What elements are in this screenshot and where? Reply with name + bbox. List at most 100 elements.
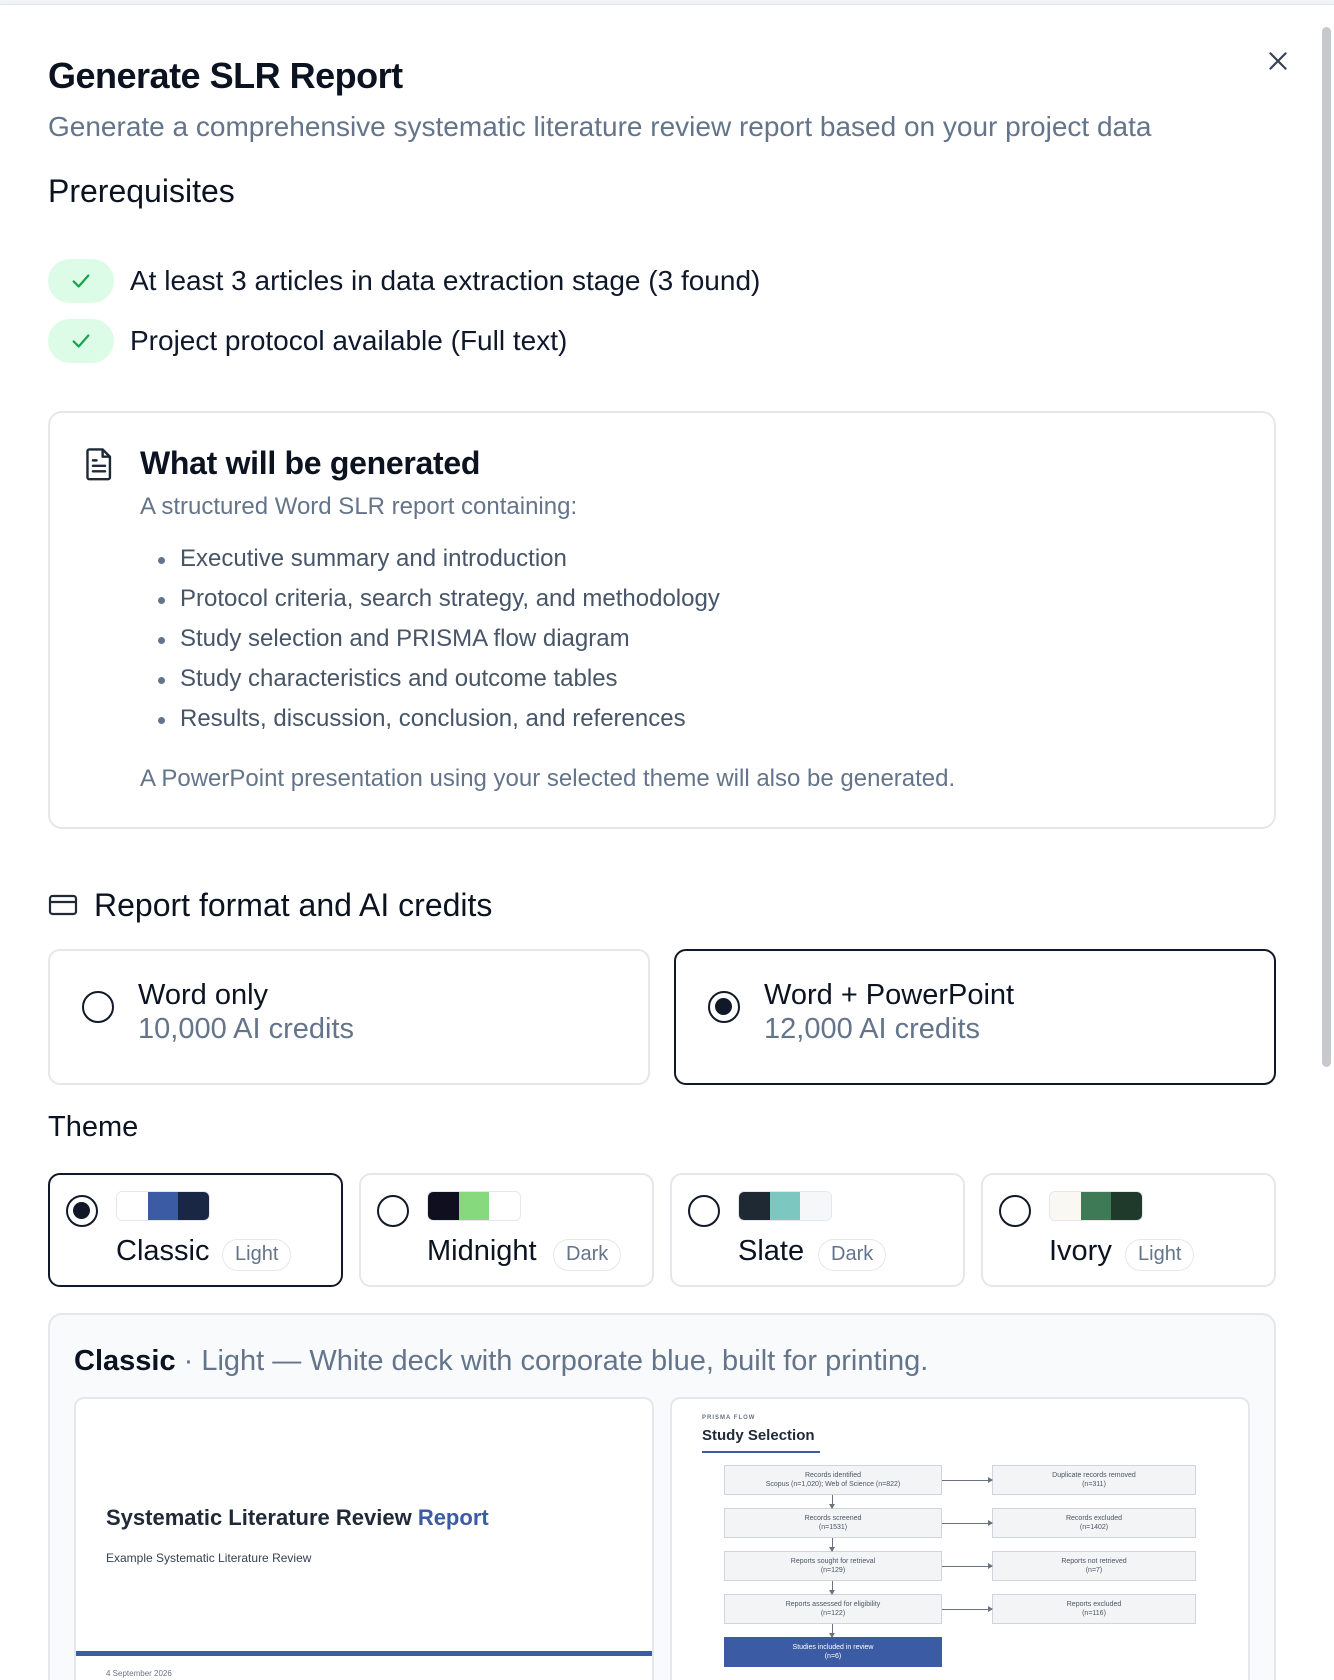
list-item: Study characteristics and outcome tables bbox=[154, 659, 720, 699]
theme-swatch-slate bbox=[738, 1191, 832, 1221]
theme-radio-midnight[interactable] bbox=[377, 1195, 409, 1227]
flow-arrow bbox=[829, 1624, 835, 1638]
preview-slide-prisma: PRISMA FLOW Study Selection Records iden… bbox=[670, 1397, 1250, 1680]
prisma-box: Reports excluded (n=116) bbox=[992, 1594, 1196, 1624]
format-option-word-only[interactable]: Word only 10,000 AI credits bbox=[48, 949, 650, 1085]
prerequisite-text: Project protocol available (Full text) bbox=[130, 325, 568, 356]
theme-option-classic[interactable]: Classic Light bbox=[48, 1173, 343, 1287]
prisma-box-count: (n=129) bbox=[820, 1567, 846, 1574]
theme-option-ivory[interactable]: Ivory Light bbox=[981, 1173, 1276, 1287]
flow-arrow bbox=[829, 1581, 835, 1595]
format-option-name: Word + PowerPoint bbox=[764, 979, 1015, 1011]
format-radio-word-only[interactable] bbox=[82, 991, 114, 1023]
prisma-box-label: Reports excluded bbox=[1066, 1601, 1122, 1608]
preview-theme-description: · Light — White deck with corporate blue… bbox=[175, 1345, 929, 1377]
generate-report-dialog: Generate SLR Report Generate a comprehen… bbox=[0, 4, 1334, 1680]
theme-name: Midnight bbox=[427, 1235, 537, 1267]
flow-arrow bbox=[942, 1520, 993, 1526]
prerequisite-item: Project protocol available (Full text) bbox=[48, 319, 567, 363]
prisma-box-count: (n=311) bbox=[1082, 1481, 1106, 1488]
prisma-box-label: Records excluded bbox=[1065, 1515, 1123, 1522]
prisma-box-count: (n=6) bbox=[824, 1653, 842, 1660]
theme-radio-slate[interactable] bbox=[688, 1195, 720, 1227]
prisma-box-count: (n=1531) bbox=[818, 1524, 848, 1531]
preview-slide-title: Systematic Literature Review Report Exam… bbox=[74, 1397, 654, 1680]
prisma-box-count: (n=122) bbox=[820, 1610, 846, 1617]
generated-title: What will be generated bbox=[140, 445, 481, 481]
theme-preview: Classic · Light — White deck with corpor… bbox=[48, 1313, 1276, 1680]
flow-arrow bbox=[942, 1477, 993, 1483]
prisma-box: Reports sought for retrieval (n=129) bbox=[724, 1551, 942, 1581]
format-option-name: Word only bbox=[138, 979, 269, 1011]
theme-option-slate[interactable]: Slate Dark bbox=[670, 1173, 965, 1287]
prerequisite-status-badge bbox=[48, 259, 114, 303]
prisma-box-label: Duplicate records removed bbox=[1052, 1472, 1136, 1479]
check-icon bbox=[72, 274, 90, 288]
dialog-title: Generate SLR Report bbox=[48, 55, 403, 96]
format-option-word-powerpoint[interactable]: Word + PowerPoint 12,000 AI credits bbox=[674, 949, 1276, 1085]
prisma-box-count: (n=116) bbox=[1082, 1610, 1106, 1617]
prisma-box: Records screened (n=1531) bbox=[724, 1508, 942, 1538]
theme-mode-badge: Dark bbox=[818, 1239, 887, 1271]
format-option-credits: 12,000 AI credits bbox=[764, 1013, 981, 1045]
preview-theme-name: Classic bbox=[74, 1345, 176, 1377]
flow-arrow bbox=[829, 1495, 835, 1509]
prisma-box-count: Scopus (n=1,020); Web of Science (n=822) bbox=[765, 1481, 901, 1488]
check-icon bbox=[72, 334, 90, 348]
credit-card-icon bbox=[48, 894, 78, 916]
theme-name: Classic bbox=[116, 1235, 210, 1267]
slide-title: Study Selection bbox=[702, 1427, 815, 1444]
list-item: Results, discussion, conclusion, and ref… bbox=[154, 699, 720, 739]
report-format-heading: Report format and AI credits bbox=[48, 883, 492, 927]
slide-title-accent: Report bbox=[417, 1505, 489, 1530]
theme-mode-badge: Dark bbox=[553, 1239, 622, 1271]
prisma-box: Records excluded (n=1402) bbox=[992, 1508, 1196, 1538]
slide-kicker: PRISMA FLOW bbox=[702, 1415, 756, 1421]
format-radio-word-powerpoint[interactable] bbox=[708, 991, 740, 1023]
theme-mode-badge: Light bbox=[222, 1239, 292, 1271]
document-icon bbox=[84, 447, 114, 486]
slide-title-main: Systematic Literature Review bbox=[106, 1505, 418, 1530]
list-item: Executive summary and introduction bbox=[154, 539, 720, 579]
dialog-subtitle: Generate a comprehensive systematic lite… bbox=[48, 111, 1152, 142]
prerequisite-status-badge bbox=[48, 319, 114, 363]
theme-option-midnight[interactable]: Midnight Dark bbox=[359, 1173, 654, 1287]
prerequisite-text: At least 3 articles in data extraction s… bbox=[130, 265, 761, 296]
generated-footer-note: A PowerPoint presentation using your sel… bbox=[140, 765, 956, 792]
list-item: Study selection and PRISMA flow diagram bbox=[154, 619, 720, 659]
flow-arrow bbox=[942, 1606, 993, 1612]
scrollbar-thumb[interactable] bbox=[1322, 27, 1331, 1067]
theme-name: Ivory bbox=[1049, 1235, 1112, 1267]
slide-subtitle: Example Systematic Literature Review bbox=[106, 1551, 312, 1565]
slide-accent-bar bbox=[76, 1651, 652, 1656]
prisma-box-label: Reports assessed for eligibility bbox=[785, 1601, 881, 1608]
prisma-box-included: Studies included in review (n=6) bbox=[724, 1637, 942, 1667]
flow-arrow bbox=[829, 1538, 835, 1552]
slide-date: 4 September 2026 bbox=[106, 1669, 172, 1678]
theme-mode-badge: Light bbox=[1125, 1239, 1195, 1271]
list-item: Protocol criteria, search strategy, and … bbox=[154, 579, 720, 619]
prisma-box: Duplicate records removed (n=311) bbox=[992, 1465, 1196, 1495]
prisma-box: Records identified Scopus (n=1,020); Web … bbox=[724, 1465, 942, 1495]
generated-contents-list: Executive summary and introduction Proto… bbox=[154, 539, 720, 739]
close-button[interactable] bbox=[1258, 41, 1298, 81]
prisma-box: Reports not retrieved (n=7) bbox=[992, 1551, 1196, 1581]
prisma-box-count: (n=1402) bbox=[1079, 1524, 1109, 1531]
prisma-box-label: Reports not retrieved bbox=[1061, 1558, 1127, 1565]
theme-radio-classic[interactable] bbox=[66, 1195, 98, 1227]
flow-arrow bbox=[942, 1563, 993, 1569]
generated-subtitle: A structured Word SLR report containing: bbox=[140, 493, 578, 520]
theme-swatch-ivory bbox=[1049, 1191, 1143, 1221]
report-format-heading-text: Report format and AI credits bbox=[94, 886, 493, 923]
theme-swatch-midnight bbox=[427, 1191, 521, 1221]
prisma-box-label: Records screened bbox=[804, 1515, 862, 1522]
slide-title: Systematic Literature Review Report bbox=[106, 1505, 489, 1531]
prerequisites-heading: Prerequisites bbox=[48, 173, 235, 209]
prisma-box-count: (n=7) bbox=[1085, 1567, 1103, 1574]
prisma-box-label: Studies included in review bbox=[792, 1644, 874, 1651]
prisma-box-label: Records identified bbox=[804, 1472, 862, 1479]
theme-swatch-classic bbox=[116, 1191, 210, 1221]
theme-name: Slate bbox=[738, 1235, 805, 1267]
theme-radio-ivory[interactable] bbox=[999, 1195, 1031, 1227]
scrollbar[interactable] bbox=[1320, 13, 1334, 1677]
